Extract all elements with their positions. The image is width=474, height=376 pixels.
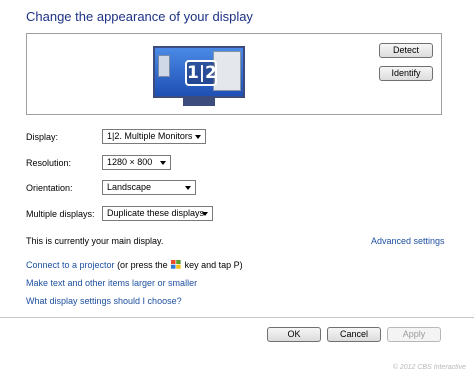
advanced-settings-link[interactable]: Advanced settings (371, 236, 445, 246)
window-thumbnail-right (213, 51, 241, 91)
chevron-down-icon (202, 212, 208, 216)
identify-button[interactable]: Identify (379, 66, 433, 81)
main-display-status: This is currently your main display. (26, 236, 164, 246)
page-title: Change the appearance of your display (26, 9, 253, 24)
projector-hint-after: key and tap P) (182, 260, 243, 270)
display-preview-pane: 1|2 Detect Identify (26, 33, 442, 115)
display-label: Display: (26, 132, 59, 142)
window-thumbnail-left (158, 55, 170, 77)
display-select-value: 1|2. Multiple Monitors (107, 131, 193, 141)
display-settings-help-link[interactable]: What display settings should I choose? (26, 296, 182, 306)
cancel-button[interactable]: Cancel (327, 327, 381, 342)
monitor-number-badge: 1|2 (185, 60, 217, 86)
orientation-select[interactable]: Landscape (102, 180, 196, 195)
orientation-label: Orientation: (26, 183, 73, 193)
monitor-icon[interactable]: 1|2 (153, 46, 245, 106)
orientation-select-value: Landscape (107, 182, 152, 192)
ok-button[interactable]: OK (267, 327, 321, 342)
multiple-displays-select-value: Duplicate these displays (107, 208, 205, 218)
resolution-select[interactable]: 1280 × 800 (102, 155, 171, 170)
multiple-displays-select[interactable]: Duplicate these displays (102, 206, 213, 221)
text-size-link[interactable]: Make text and other items larger or smal… (26, 278, 197, 288)
multiple-displays-label: Multiple displays: (26, 209, 95, 219)
connect-projector-link[interactable]: Connect to a projector (26, 260, 115, 270)
chevron-down-icon (160, 161, 166, 165)
projector-hint-before: (or press the (114, 260, 171, 270)
monitor-stand (183, 98, 215, 106)
chevron-down-icon (185, 186, 191, 190)
monitor-screen: 1|2 (153, 46, 245, 98)
apply-button[interactable]: Apply (387, 327, 441, 342)
resolution-label: Resolution: (26, 158, 72, 168)
windows-logo-icon (171, 260, 181, 269)
chevron-down-icon (195, 135, 201, 139)
detect-button[interactable]: Detect (379, 43, 433, 58)
projector-line: Connect to a projector (or press the key… (26, 260, 243, 270)
resolution-select-value: 1280 × 800 (107, 157, 153, 167)
copyright-watermark: © 2012 CBS Interactive (392, 364, 466, 371)
footer-divider (0, 317, 474, 318)
display-select[interactable]: 1|2. Multiple Monitors (102, 129, 206, 144)
